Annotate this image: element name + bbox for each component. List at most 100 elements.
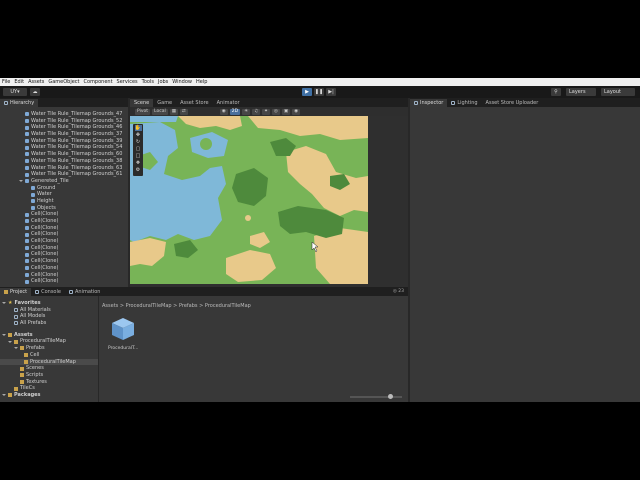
account-button[interactable]: UY ▾ [3, 88, 27, 96]
tab-console[interactable]: Console [31, 288, 65, 296]
cloud-icon[interactable]: ☁ [30, 88, 40, 96]
menu-component[interactable]: Component [84, 79, 113, 85]
camera-icon[interactable]: ▣ [281, 108, 291, 115]
list-item[interactable]: Cell(Clone) [0, 251, 128, 258]
list-item[interactable]: Water Tile Rule_Tilemap Grounds_52 [0, 118, 128, 125]
menu-file[interactable]: File [2, 79, 10, 85]
rotate-tool-icon[interactable]: ↻ [135, 139, 142, 145]
rect-tool-icon[interactable]: □ [135, 153, 142, 159]
effects-icon[interactable]: ✦ [262, 108, 270, 115]
custom-tool-icon[interactable]: ⚙ [135, 167, 142, 173]
hidden-objects-icon[interactable]: ◎ [271, 108, 280, 115]
menu-edit[interactable]: Edit [14, 79, 24, 85]
tab-animator[interactable]: Animator [213, 99, 244, 107]
list-item[interactable]: Cell(Clone) [0, 218, 128, 225]
list-item[interactable]: Cell(Clone) [0, 225, 128, 232]
tree-favorites[interactable]: ★ Favorites [0, 300, 98, 307]
tab-lighting[interactable]: Lighting [447, 99, 481, 107]
shading-mode-icon[interactable]: ◉ [219, 108, 228, 115]
layers-dropdown[interactable]: Layers [566, 88, 596, 96]
menu-assets[interactable]: Assets [28, 79, 44, 85]
tree-item[interactable]: All Materials [0, 307, 98, 314]
tree-assets[interactable]: Assets [0, 332, 98, 339]
snap-increment-icon[interactable]: ⇄ [179, 108, 188, 115]
list-item[interactable]: Water [0, 191, 128, 198]
transform-tool-icon[interactable]: ❖ [135, 160, 142, 166]
breadcrumb-item[interactable]: Assets [102, 303, 118, 309]
list-item[interactable]: Genereted_Tile [0, 178, 128, 185]
lighting-icon[interactable]: ☀ [242, 108, 251, 115]
slider-knob[interactable] [388, 394, 393, 399]
menu-jobs[interactable]: Jobs [158, 79, 168, 85]
tree-item[interactable]: Cell [0, 352, 98, 359]
move-tool-icon[interactable]: ✥ [135, 132, 142, 138]
tree-item-selected[interactable]: ProceduralTileMap [0, 358, 98, 366]
breadcrumb-item[interactable]: ProceduralTileMap [126, 303, 172, 309]
tree-item[interactable]: Scripts [0, 372, 98, 379]
tab-animation[interactable]: Animation [65, 288, 105, 296]
list-item[interactable]: Water Tile Rule_Tilemap Grounds_54 [0, 144, 128, 151]
menu-tools[interactable]: Tools [142, 79, 154, 85]
expand-arrow-icon[interactable] [8, 340, 12, 343]
expand-arrow-icon[interactable] [14, 347, 18, 350]
tree-item[interactable]: All Models [0, 313, 98, 320]
list-item[interactable]: Ground [0, 185, 128, 192]
list-item[interactable]: Cell(Clone) [0, 231, 128, 238]
pivot-dropdown[interactable]: Pivot [135, 108, 151, 115]
tab-project[interactable]: Project [0, 288, 32, 296]
tree-item[interactable]: Textures [0, 379, 98, 386]
audio-icon[interactable]: ♫ [252, 108, 261, 115]
menu-services[interactable]: Services [117, 79, 138, 85]
list-item[interactable]: Objects [0, 205, 128, 212]
expand-arrow-icon[interactable] [2, 334, 6, 337]
step-icon[interactable]: ▶| [326, 88, 336, 96]
tilemap-canvas[interactable] [130, 116, 368, 284]
play-icon[interactable]: ▶ [302, 88, 312, 96]
tree-item[interactable]: All Prefabs [0, 320, 98, 327]
pause-icon[interactable]: ❚❚ [314, 88, 324, 96]
list-item[interactable]: Height [0, 198, 128, 205]
search-icon[interactable]: ⚲ [551, 88, 561, 96]
breadcrumb-item-current[interactable]: ProceduralTileMap [205, 303, 251, 309]
list-item[interactable]: Cell(Clone) [0, 211, 128, 218]
scene-view[interactable] [130, 116, 408, 287]
list-item[interactable]: Water Tile Rule_Tilemap Grounds_47 [0, 111, 128, 118]
asset-tile[interactable]: ProceduralT... [108, 316, 138, 351]
tab-game[interactable]: Game [153, 99, 176, 107]
mode-2d-toggle[interactable]: 2D [229, 108, 241, 115]
list-item[interactable]: Water Tile Rule_Tilemap Grounds_61 [0, 171, 128, 178]
tree-packages[interactable]: Packages [0, 392, 98, 399]
expand-arrow-icon[interactable] [2, 394, 6, 397]
list-item[interactable]: Water Tile Rule_Tilemap Grounds_37 [0, 131, 128, 138]
tab-asset-store-uploader[interactable]: Asset Store Uploader [482, 99, 543, 107]
list-item[interactable]: Water Tile Rule_Tilemap Grounds_60 [0, 151, 128, 158]
tab-asset-store[interactable]: Asset Store [176, 99, 212, 107]
tab-scene[interactable]: Scene [130, 99, 154, 107]
tree-item[interactable]: Scenes [0, 365, 98, 372]
list-item[interactable]: Water Tile Rule_Tilemap Grounds_38 [0, 158, 128, 165]
list-item[interactable]: Cell(Clone) [0, 272, 128, 279]
menu-window[interactable]: Window [172, 79, 192, 85]
gizmos-icon[interactable]: ◉ [292, 108, 301, 115]
breadcrumb-item[interactable]: Prefabs [179, 303, 198, 309]
eye-icon[interactable]: ◎ [393, 289, 397, 294]
tab-inspector[interactable]: Inspector [410, 99, 448, 107]
list-item[interactable]: Water Tile Rule_Tilemap Grounds_63 [0, 165, 128, 172]
tree-item[interactable]: ProceduralTileMap [0, 338, 98, 345]
list-item[interactable]: Water Tile Rule_Tilemap Grounds_39 [0, 138, 128, 145]
list-item[interactable]: Cell(Clone) [0, 278, 128, 285]
scale-tool-icon[interactable]: ▢ [135, 146, 142, 152]
list-item[interactable]: Cell(Clone) [0, 245, 128, 252]
layout-dropdown[interactable]: Layout [601, 88, 635, 96]
grid-snap-icon[interactable]: ▦ [169, 108, 178, 115]
list-item[interactable]: Water Tile Rule_Tilemap Grounds_46 [0, 124, 128, 131]
tree-item[interactable]: Prefabs [0, 345, 98, 352]
expand-arrow-icon[interactable] [2, 302, 6, 305]
list-item[interactable]: Cell(Clone) [0, 265, 128, 272]
tab-hierarchy[interactable]: Hierarchy [0, 99, 39, 107]
list-item[interactable]: Cell(Clone) [0, 258, 128, 265]
tree-item[interactable]: TileCs [0, 385, 98, 392]
expand-arrow-icon[interactable] [19, 180, 23, 183]
menu-gameobject[interactable]: GameObject [48, 79, 79, 85]
hand-tool-icon[interactable]: ✋ [134, 125, 142, 131]
